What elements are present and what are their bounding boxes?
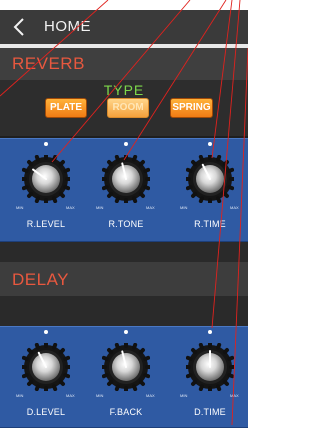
knob-min-label: MIN: [16, 393, 24, 398]
delay-section-header: DELAY: [0, 262, 248, 296]
delay-spacer-band: [0, 296, 248, 326]
knob-label: F.BACK: [109, 407, 143, 417]
top-nav-bar: HOME: [0, 10, 248, 44]
knob-max-label: MAX: [230, 393, 239, 398]
knob-max-label: MAX: [146, 205, 155, 210]
type-label: TYPE: [103, 82, 145, 98]
knob-center-marker: [124, 142, 128, 146]
knob-max-label: MAX: [66, 205, 75, 210]
knob-center-marker: [44, 330, 48, 334]
delay-knob-d-level[interactable]: [20, 341, 72, 393]
knob-label: D.TIME: [194, 407, 226, 417]
knob-center-marker: [124, 330, 128, 334]
knob-min-label: MIN: [96, 393, 104, 398]
knob-min-label: MIN: [180, 393, 188, 398]
back-button[interactable]: [10, 16, 30, 38]
knob-label: R.TIME: [194, 219, 226, 229]
delay-title: DELAY: [12, 270, 69, 289]
app-screen: HOME REVERB TYPE PLATE ROOM SPRING MIN M…: [0, 0, 248, 435]
type-button-plate[interactable]: PLATE: [45, 98, 87, 118]
reverb-type-selector: TYPE PLATE ROOM SPRING: [0, 80, 248, 142]
bottom-margin: [0, 428, 248, 435]
reverb-knob-panel: MIN MAX R.LEVEL MIN MAX R.TONE MIN MAX R…: [0, 138, 248, 242]
reverb-title: REVERB: [12, 54, 85, 73]
knob-max-label: MAX: [66, 393, 75, 398]
reverb-knob-r-level[interactable]: [20, 153, 72, 205]
page-title: HOME: [44, 18, 91, 35]
knob-max-label: MAX: [146, 393, 155, 398]
knob-min-label: MIN: [180, 205, 188, 210]
knob-center-marker: [44, 142, 48, 146]
spacer-band: [0, 242, 248, 262]
knob-min-label: MIN: [96, 205, 104, 210]
knob-label: R.TONE: [108, 219, 144, 229]
reverb-knob-r-time[interactable]: [184, 153, 236, 205]
delay-knob-d-time[interactable]: [184, 341, 236, 393]
chevron-left-icon: [13, 18, 24, 36]
type-button-room[interactable]: ROOM: [107, 98, 149, 118]
reverb-knob-r-tone[interactable]: [100, 153, 152, 205]
knob-label: D.LEVEL: [26, 407, 66, 417]
knob-label: R.LEVEL: [26, 219, 66, 229]
type-button-spring[interactable]: SPRING: [170, 98, 213, 118]
knob-min-label: MIN: [16, 205, 24, 210]
knob-max-label: MAX: [230, 205, 239, 210]
delay-knob-panel: MIN MAX D.LEVEL MIN MAX F.BACK MIN MAX D…: [0, 326, 248, 428]
knob-center-marker: [208, 142, 212, 146]
knob-center-marker: [208, 330, 212, 334]
reverb-section-header: REVERB: [0, 48, 248, 80]
delay-knob-f-back[interactable]: [100, 341, 152, 393]
